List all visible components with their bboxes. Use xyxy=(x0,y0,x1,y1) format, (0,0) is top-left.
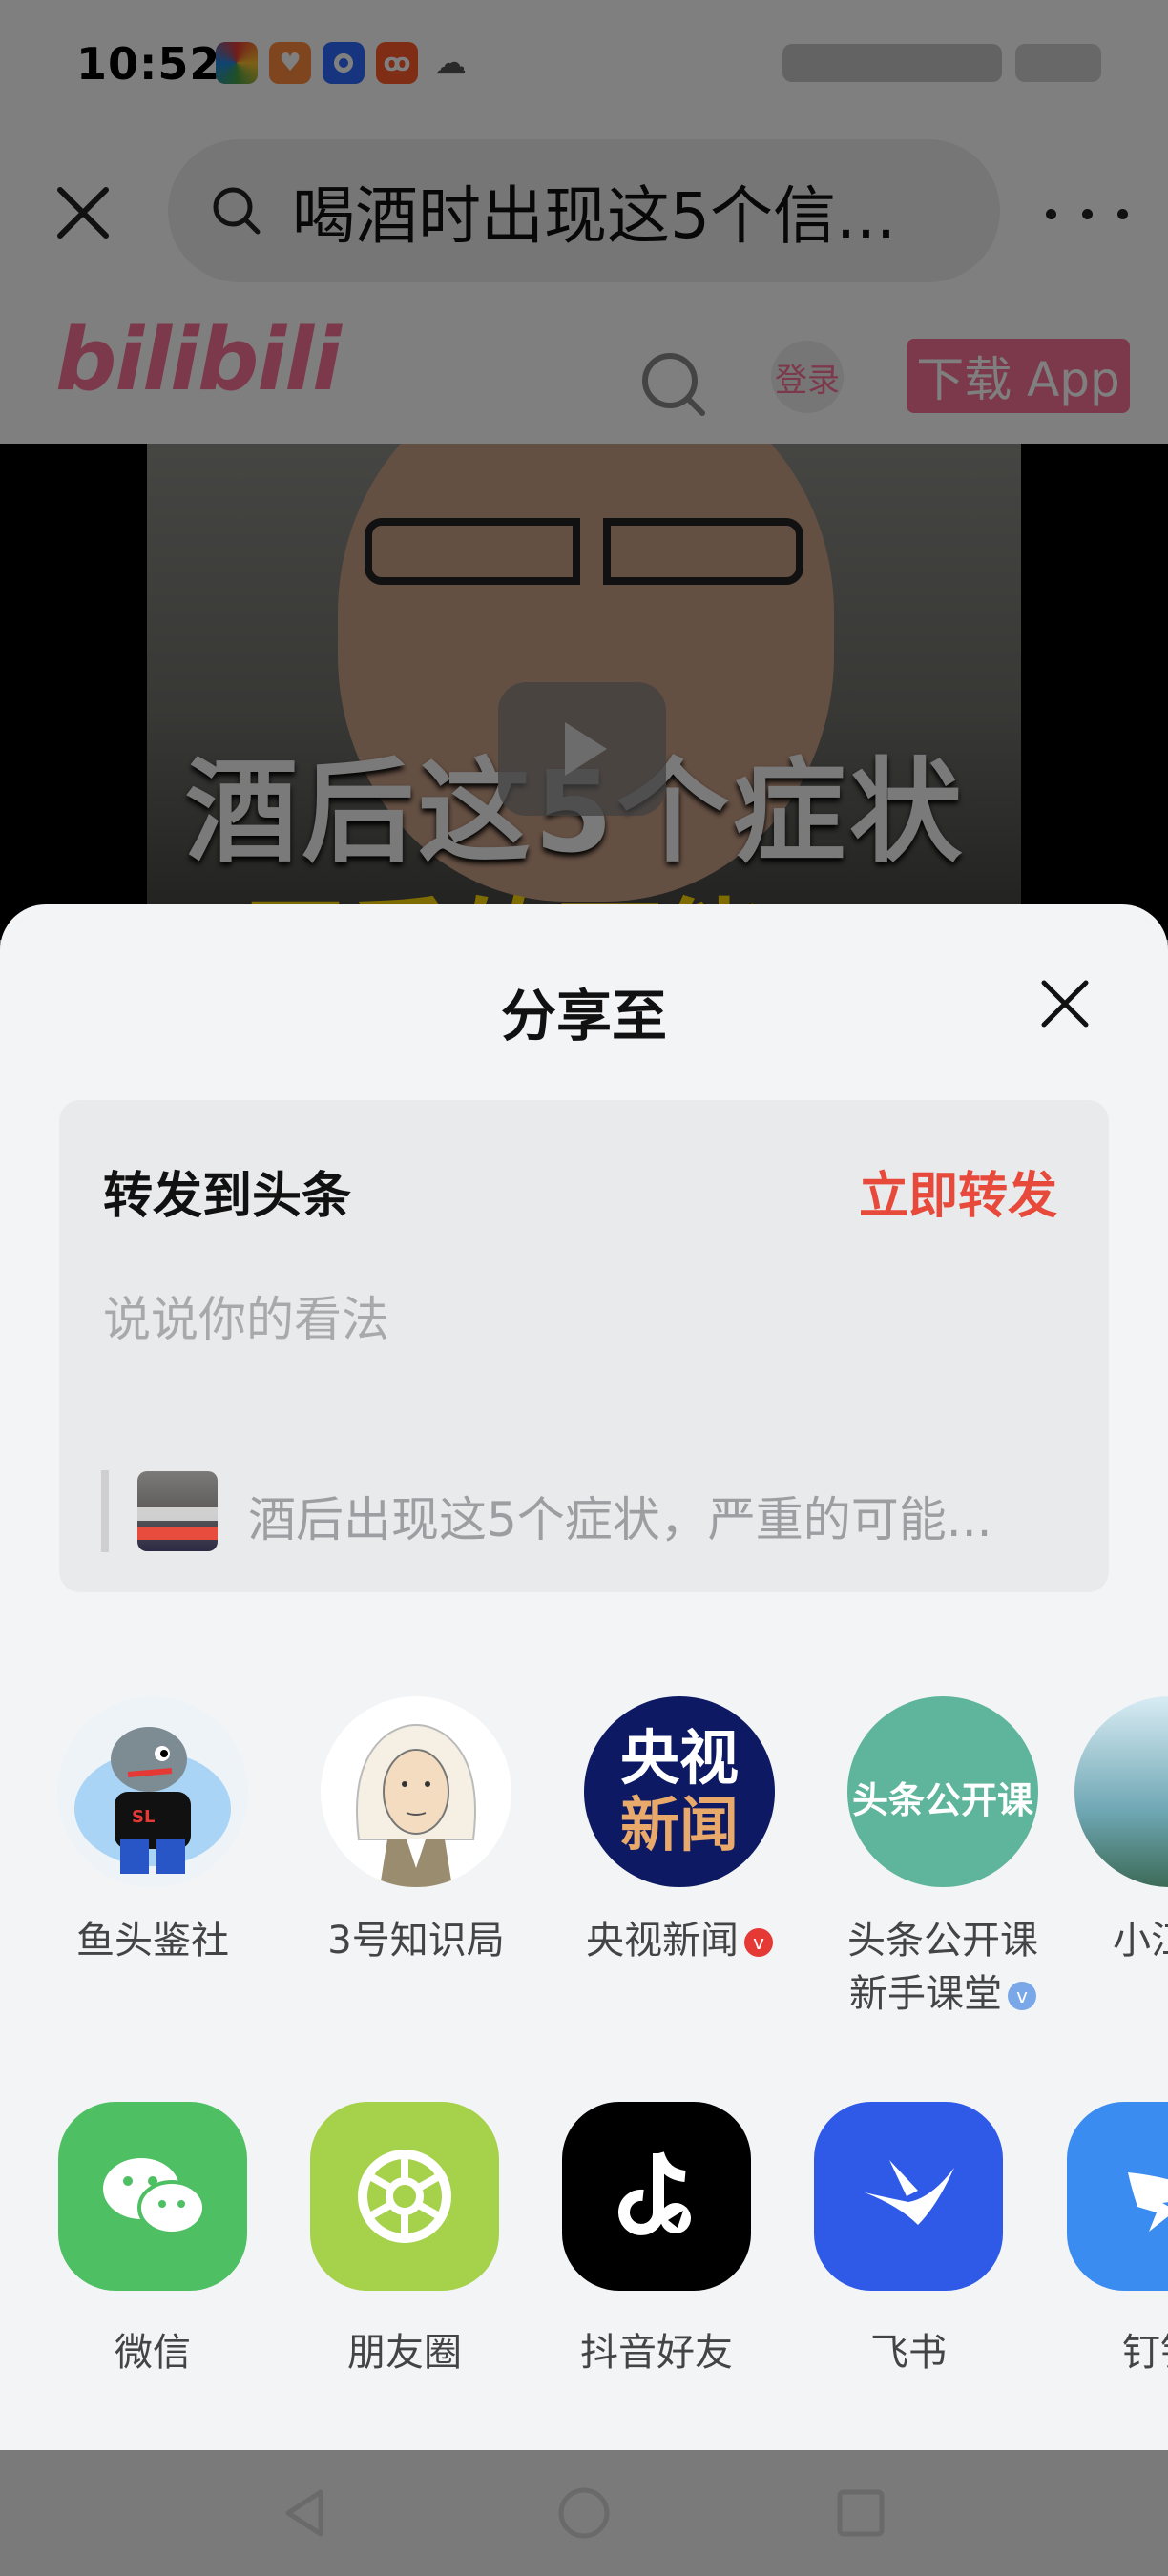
recents-icon[interactable] xyxy=(832,2484,889,2542)
contact-name: 头条公开课 新手课堂 v xyxy=(847,1919,1038,2016)
app-label: 微信 xyxy=(115,2331,191,2375)
contact-item[interactable]: 头条公开课 头条公开课 新手课堂 v xyxy=(811,1696,1074,2021)
avatar: SL xyxy=(57,1696,248,1887)
share-sheet: 分享至 转发到头条 立即转发 说说你的看法 酒后出现这5个症状，严重的可能...… xyxy=(0,904,1168,2450)
contact-name: 3号知识局 xyxy=(327,1919,505,1963)
contact-item[interactable]: SL 鱼头鉴社 xyxy=(21,1696,284,1967)
dingtalk-icon xyxy=(1067,2102,1168,2291)
contact-name: 央视新闻 v xyxy=(548,1914,811,1967)
app-label: 朋友圈 xyxy=(347,2331,462,2375)
feishu-icon xyxy=(814,2102,1003,2291)
contact-name: 小江 xyxy=(1113,1919,1168,1963)
avatar: 头条公开课 xyxy=(847,1696,1038,1887)
app-label: 抖音好友 xyxy=(580,2331,733,2375)
quote-text: 酒后出现这5个症状，严重的可能... xyxy=(248,1492,992,1548)
cctv-logo-text: 央视 xyxy=(619,1723,739,1793)
quote-divider xyxy=(101,1470,109,1552)
repost-comment-input[interactable]: 说说你的看法 xyxy=(103,1281,389,1350)
sheet-title: 分享至 xyxy=(500,984,667,1049)
share-dingtalk-button[interactable]: 钉钉 xyxy=(1034,2102,1168,2377)
share-douyin-button[interactable]: 抖音好友 xyxy=(531,2102,782,2377)
svg-text:SL: SL xyxy=(132,1807,155,1827)
contact-item[interactable]: 央视 新闻 央视新闻 v xyxy=(548,1696,811,1967)
verified-badge-icon: v xyxy=(744,1928,773,1957)
repost-title: 转发到头条 xyxy=(103,1168,352,1225)
moments-icon xyxy=(310,2102,499,2291)
share-feishu-button[interactable]: 飞书 xyxy=(782,2102,1034,2377)
share-app-row: 微信 朋友圈 抖音好友 飞书 钉钉 xyxy=(0,2102,1168,2388)
close-icon[interactable] xyxy=(1038,977,1092,1030)
share-wechat-button[interactable]: 微信 xyxy=(27,2102,279,2377)
cctv-logo-text: 新闻 xyxy=(619,1790,739,1859)
avatar xyxy=(1074,1696,1168,1887)
wechat-icon xyxy=(58,2102,247,2291)
home-icon[interactable] xyxy=(555,2484,613,2542)
repost-card: 转发到头条 立即转发 说说你的看法 酒后出现这5个症状，严重的可能... xyxy=(59,1100,1109,1592)
contact-item[interactable]: 小江 xyxy=(1074,1696,1168,1967)
verified-badge-icon: v xyxy=(1008,1982,1036,2010)
avatar: 央视 新闻 xyxy=(584,1696,775,1887)
contact-row: SL 鱼头鉴社 3号知识局 央视 新闻 央视新闻 v 头条公开课 头条公开课 新… xyxy=(0,1696,1168,2016)
douyin-icon xyxy=(562,2102,751,2291)
app-label: 钉钉 xyxy=(1122,2331,1168,2375)
quote-thumbnail xyxy=(137,1471,218,1551)
repost-now-button[interactable]: 立即转发 xyxy=(859,1155,1057,1227)
back-icon[interactable] xyxy=(279,2484,336,2542)
app-label: 飞书 xyxy=(870,2331,947,2375)
share-moments-button[interactable]: 朋友圈 xyxy=(279,2102,531,2377)
system-nav-bar xyxy=(0,2450,1168,2576)
contact-item[interactable]: 3号知识局 xyxy=(284,1696,548,1967)
contact-name: 鱼头鉴社 xyxy=(76,1919,229,1963)
avatar xyxy=(321,1696,511,1887)
avatar-text: 头条公开课 xyxy=(851,1779,1033,1821)
